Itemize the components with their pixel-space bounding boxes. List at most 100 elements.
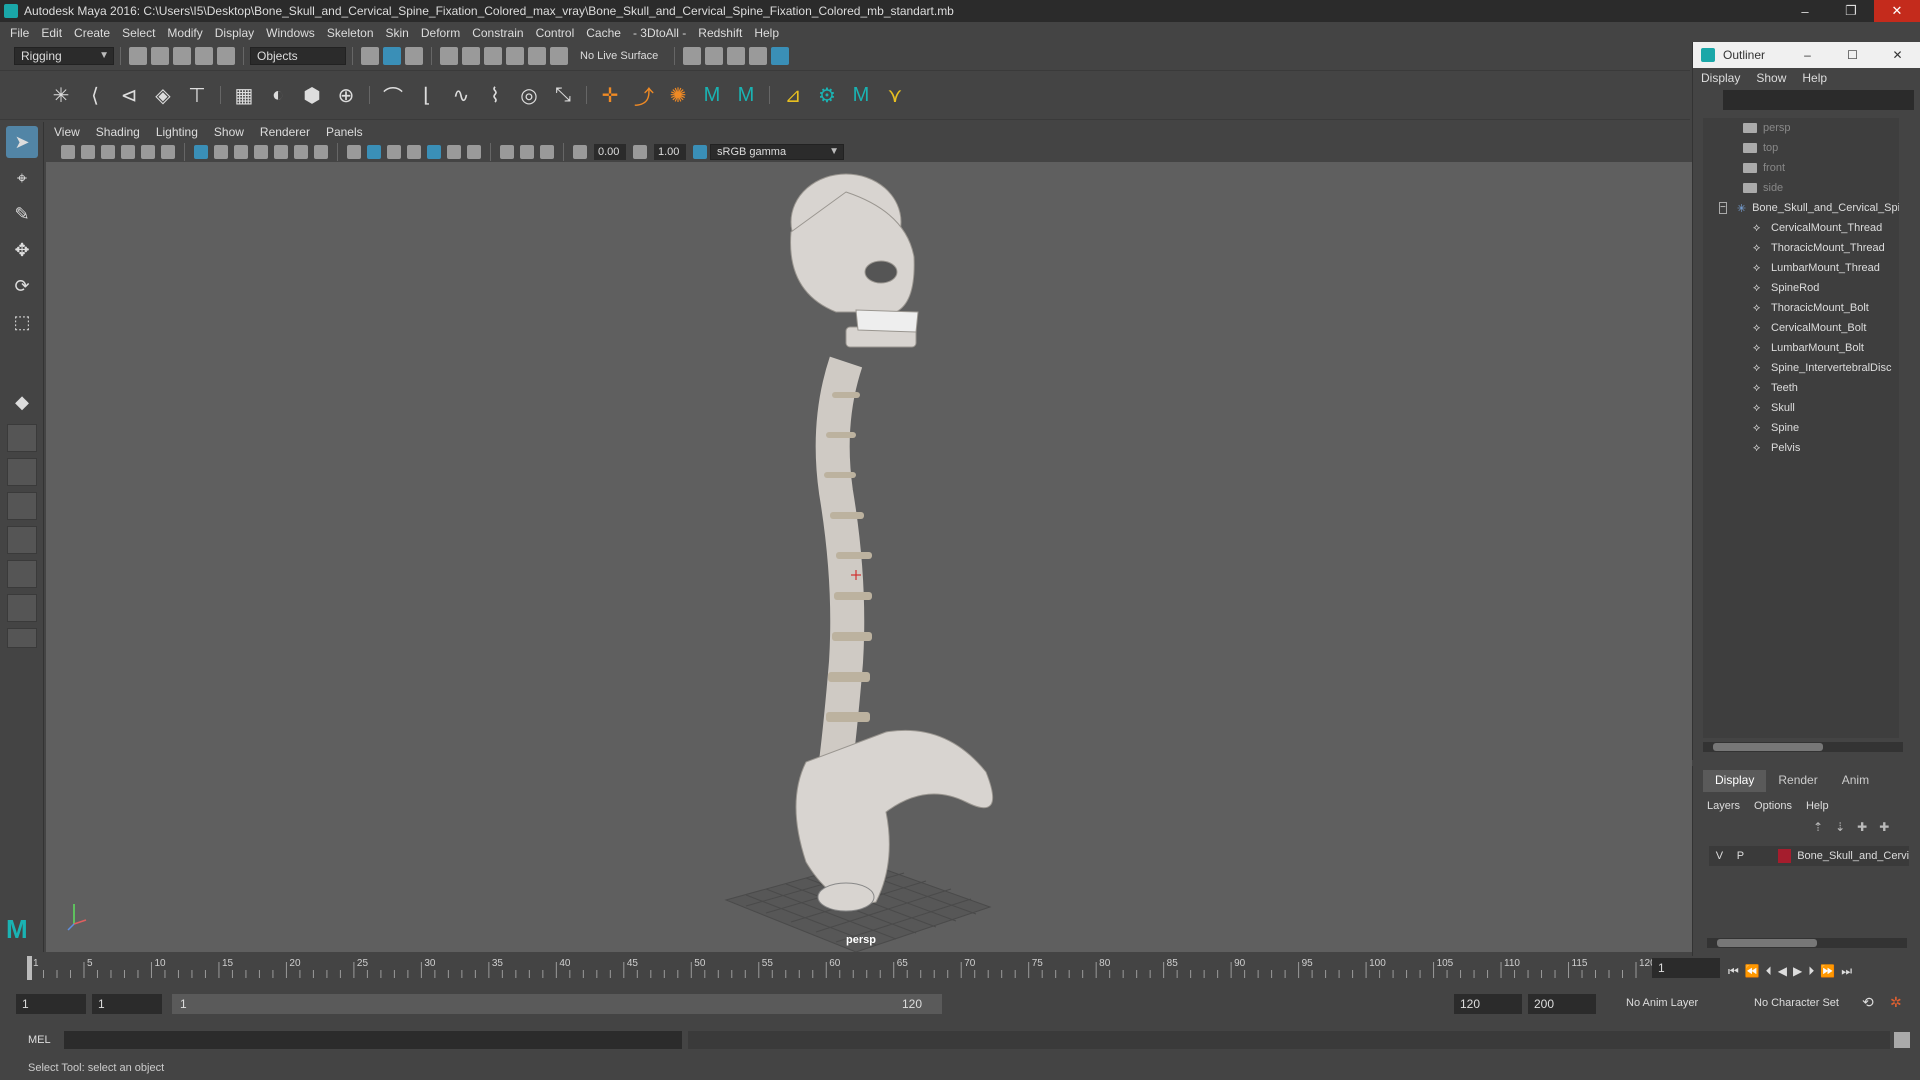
scrollbar-thumb[interactable] — [1717, 939, 1817, 947]
lasso-tool-icon[interactable]: ⌖ — [6, 162, 38, 194]
bend-icon[interactable]: ⌊ — [413, 81, 441, 109]
curve-tool-icon[interactable]: ⌒ — [379, 81, 407, 109]
select-tool-icon[interactable]: ➤ — [6, 126, 38, 158]
step-forward-icon[interactable]: ⏩ — [1820, 964, 1835, 978]
color-space-dropdown[interactable]: sRGB gamma ▼ — [710, 144, 844, 160]
grid-icon[interactable] — [194, 145, 208, 159]
quick-rig-icon[interactable]: M — [847, 81, 875, 109]
mode-dropdown[interactable]: Rigging ▼ — [14, 47, 114, 65]
color-management-icon[interactable] — [693, 145, 707, 159]
outliner-item-front[interactable]: front — [1703, 158, 1899, 178]
wireframe-on-shaded-icon[interactable] — [387, 145, 401, 159]
smooth-shade-icon[interactable] — [367, 145, 381, 159]
layer-playback-toggle[interactable]: P — [1730, 850, 1751, 862]
outliner-item-mesh[interactable]: ⟡ CervicalMount_Thread — [1703, 218, 1899, 238]
xray-joints-icon[interactable] — [520, 145, 534, 159]
layout-graph-icon[interactable] — [7, 560, 37, 588]
point-constraint-icon[interactable]: ✛ — [596, 81, 624, 109]
outliner-menu-display[interactable]: Display — [1701, 71, 1740, 85]
move-tool-icon[interactable]: ✥ — [6, 234, 38, 266]
outliner-item-side[interactable]: side — [1703, 178, 1899, 198]
panel-menu-panels[interactable]: Panels — [326, 125, 363, 139]
perspective-viewport[interactable]: persp — [46, 162, 1692, 952]
film-gate-icon[interactable] — [214, 145, 228, 159]
anim-prefs-icon[interactable]: ✲ — [1890, 994, 1902, 1011]
scale-tool-icon[interactable]: ⬚ — [6, 306, 38, 338]
outliner-item-group[interactable]: − ✳ Bone_Skull_and_Cervical_Spir — [1703, 198, 1899, 218]
render-frame-icon[interactable] — [705, 47, 724, 65]
select-object-icon[interactable] — [383, 47, 401, 65]
layout-more-icon[interactable] — [7, 628, 37, 648]
snap-point-icon[interactable] — [484, 47, 502, 65]
collapse-icon[interactable]: − — [1719, 202, 1727, 214]
menu-create[interactable]: Create — [74, 26, 110, 40]
field-chart-icon[interactable] — [274, 145, 288, 159]
outliner-item-mesh[interactable]: ⟡ Teeth — [1703, 378, 1899, 398]
outliner-item-mesh[interactable]: ⟡ LumbarMount_Thread — [1703, 258, 1899, 278]
gate-mask-icon[interactable] — [254, 145, 268, 159]
redo-icon[interactable] — [217, 47, 235, 65]
ipr-render-icon[interactable] — [727, 47, 746, 65]
maximize-button[interactable]: ❐ — [1828, 0, 1874, 22]
layout-hypershade-icon[interactable] — [7, 594, 37, 622]
menu-display[interactable]: Display — [215, 26, 254, 40]
camera-lock-icon[interactable] — [81, 145, 95, 159]
menu-windows[interactable]: Windows — [266, 26, 315, 40]
time-slider[interactable]: 1 5 10 15 20 25 30 35 40 45 50 55 60 65 70 75 80 85 90 95 10… — [0, 952, 1720, 986]
snap-grid-icon[interactable] — [440, 47, 458, 65]
lattice-icon[interactable]: ⬢ — [298, 81, 326, 109]
exposure-field[interactable]: 0.00 — [594, 144, 626, 160]
render-view-icon[interactable] — [683, 47, 702, 65]
panel-menu-view[interactable]: View — [54, 125, 80, 139]
select-component-icon[interactable] — [405, 47, 423, 65]
wrap-icon[interactable]: ⤡ — [549, 81, 577, 109]
save-scene-icon[interactable] — [173, 47, 191, 65]
last-tool-icon[interactable]: ◆ — [6, 386, 38, 418]
new-scene-icon[interactable] — [129, 47, 147, 65]
tab-display[interactable]: Display — [1703, 770, 1767, 792]
hik-character-icon[interactable]: M — [732, 81, 760, 109]
bind-skin-icon[interactable]: ▦ — [230, 81, 258, 109]
set-driven-key-icon[interactable]: ⚙ — [813, 81, 841, 109]
aim-constraint-icon[interactable]: ⤴ — [630, 81, 658, 109]
exposure-icon[interactable] — [573, 145, 587, 159]
grease-pencil-icon[interactable] — [161, 145, 175, 159]
menu-3dtoall[interactable]: - 3DtoAll - — [633, 26, 686, 40]
textured-icon[interactable] — [407, 145, 421, 159]
layout-two-icon[interactable] — [7, 492, 37, 520]
bookmark-icon[interactable] — [101, 145, 115, 159]
minimize-button[interactable]: – — [1782, 0, 1828, 22]
shadows-icon[interactable] — [447, 145, 461, 159]
move-layer-up-icon[interactable]: ⇡ — [1813, 820, 1823, 834]
layer-visibility-toggle[interactable]: V — [1709, 850, 1730, 862]
end-time-field[interactable]: 200 — [1528, 994, 1596, 1014]
pose-icon[interactable]: ⋎ — [881, 81, 909, 109]
scrollbar-thumb[interactable] — [1713, 743, 1823, 751]
blend-shape-icon[interactable]: ◎ — [515, 81, 543, 109]
mel-label[interactable]: MEL — [28, 1034, 51, 1046]
layer-menu-help[interactable]: Help — [1806, 800, 1829, 812]
insert-joint-icon[interactable]: ◈ — [149, 81, 177, 109]
menu-redshift[interactable]: Redshift — [698, 26, 742, 40]
new-layer-selected-icon[interactable]: ✚ — [1879, 820, 1889, 834]
go-to-start-icon[interactable]: ⏮ — [1728, 964, 1739, 979]
go-to-end-icon[interactable]: ⏭ — [1841, 964, 1852, 979]
auto-key-icon[interactable]: ⟲ — [1862, 994, 1874, 1011]
menu-modify[interactable]: Modify — [167, 26, 202, 40]
display-layer-row[interactable]: V P Bone_Skull_and_Cervic — [1709, 846, 1909, 866]
outliner-item-mesh[interactable]: ⟡ ThoracicMount_Bolt — [1703, 298, 1899, 318]
outliner-item-persp[interactable]: persp — [1703, 118, 1899, 138]
sculpt-icon[interactable]: ⌇ — [481, 81, 509, 109]
outliner-item-mesh[interactable]: ⟡ Skull — [1703, 398, 1899, 418]
tab-render[interactable]: Render — [1766, 770, 1829, 792]
outliner-item-mesh[interactable]: ⟡ Spine_IntervertebralDisc — [1703, 358, 1899, 378]
hik-icon[interactable]: M — [698, 81, 726, 109]
gamma-icon[interactable] — [633, 145, 647, 159]
layer-h-scrollbar[interactable] — [1707, 938, 1907, 948]
anim-layer-dropdown[interactable]: No Anim Layer — [1626, 997, 1698, 1009]
menu-deform[interactable]: Deform — [421, 26, 460, 40]
camera-select-icon[interactable] — [61, 145, 75, 159]
close-button[interactable]: ✕ — [1874, 0, 1920, 22]
layer-color-swatch[interactable] — [1777, 849, 1792, 863]
tab-anim[interactable]: Anim — [1830, 770, 1881, 792]
